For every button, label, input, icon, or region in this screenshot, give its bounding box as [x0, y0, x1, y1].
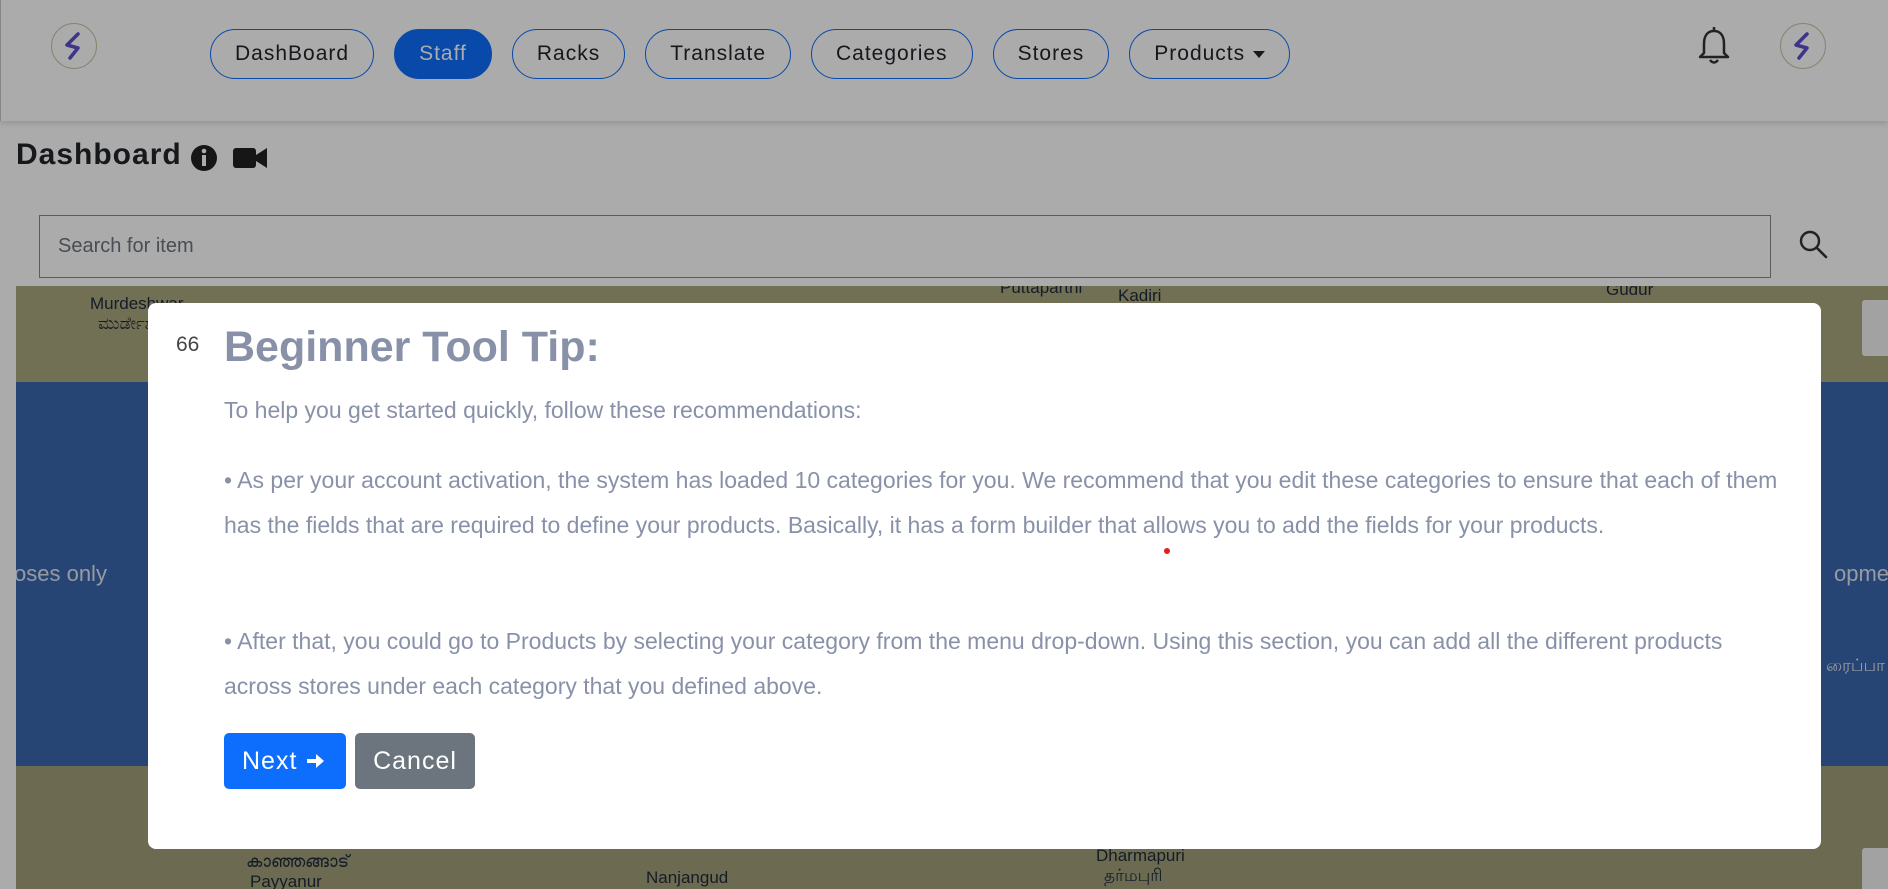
next-button[interactable]: Next — [224, 733, 346, 789]
dialog-point-1: • As per your account activation, the sy… — [224, 467, 1778, 538]
arrow-right-icon — [307, 754, 325, 768]
dialog-point-2: • After that, you could go to Products b… — [224, 628, 1723, 699]
cursor-marker — [1164, 548, 1170, 554]
dialog-quote-number: 66 — [176, 333, 200, 356]
dialog-intro-text: To help you get started quickly, follow … — [224, 397, 862, 423]
cancel-button[interactable]: Cancel — [355, 733, 475, 789]
next-button-label: Next — [242, 746, 298, 775]
dialog-title: Beginner Tool Tip: — [224, 323, 600, 371]
beginner-tooltip-dialog: 66 Beginner Tool Tip: To help you get st… — [148, 303, 1821, 849]
cancel-button-label: Cancel — [373, 746, 457, 775]
